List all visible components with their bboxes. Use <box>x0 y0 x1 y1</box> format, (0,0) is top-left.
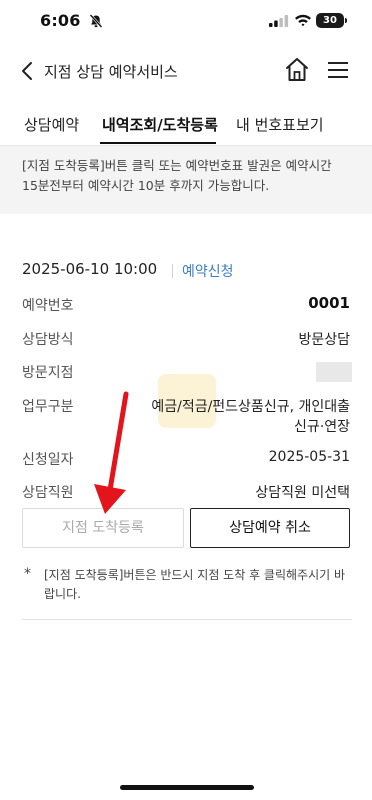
battery-level: 30 <box>323 15 337 26</box>
value-reservation-number: 0001 <box>308 294 350 312</box>
page-title: 지점 상담 예약서비스 <box>44 63 178 81</box>
label-business-type: 업무구분 <box>22 399 74 415</box>
back-icon[interactable] <box>16 58 40 84</box>
value-application-date: 2025-05-31 <box>268 449 350 465</box>
tab-history-arrival[interactable]: 내역조회/도착등록 <box>102 114 218 135</box>
reservation-header: 2025-06-10 10:00 예약신청 <box>22 260 352 282</box>
tab-my-ticket[interactable]: 내 번호표보기 <box>236 114 324 135</box>
notice-box: [지점 도착등록]버튼 클릭 또는 예약번호표 발권은 예약시간 15분전부터 … <box>0 146 372 214</box>
value-business-type-line1: 예금/적금/펀드상품신규, 개인대출 <box>151 399 350 415</box>
status-time: 6:06 <box>40 11 81 30</box>
notice-line-2: 15분전부터 예약시간 10분 후까지 가능합니다. <box>22 178 270 193</box>
value-staff: 상담직원 미선택 <box>255 485 350 501</box>
red-arrow-annotation <box>94 391 129 514</box>
cancel-reservation-button[interactable]: 상담예약 취소 <box>190 508 350 548</box>
tab-reservation[interactable]: 상담예약 <box>24 114 79 135</box>
menu-icon[interactable] <box>326 58 350 82</box>
status-bar: 6:06 30 <box>0 0 372 44</box>
label-consult-method: 상담방식 <box>22 332 74 348</box>
bell-off-icon <box>89 14 103 28</box>
section-divider <box>22 619 352 620</box>
active-tab-indicator <box>100 142 216 144</box>
value-consult-method: 방문상담 <box>298 332 350 348</box>
reservation-status-link[interactable]: 예약신청 <box>182 261 234 281</box>
signal-icon <box>269 15 289 27</box>
battery-cap <box>345 18 347 23</box>
home-indicator[interactable] <box>120 785 254 790</box>
battery-icon: 30 <box>316 13 344 28</box>
label-application-date: 신청일자 <box>22 452 74 468</box>
app-header: 지점 상담 예약서비스 <box>0 52 372 92</box>
home-icon[interactable] <box>284 56 310 84</box>
footnote-asterisk: * <box>24 566 31 582</box>
redacted-branch-value <box>316 362 352 382</box>
tab-bar: 상담예약 내역조회/도착등록 내 번호표보기 <box>0 104 372 146</box>
value-business-type-line2: 신규·연장 <box>294 419 350 435</box>
reservation-datetime: 2025-06-10 10:00 <box>22 260 158 278</box>
notice-line-1: [지점 도착등록]버튼 클릭 또는 예약번호표 발권은 예약시간 <box>22 158 332 173</box>
wifi-icon <box>295 14 311 27</box>
label-reservation-number: 예약번호 <box>22 298 74 314</box>
divider <box>172 264 173 278</box>
label-visit-branch: 방문지점 <box>22 365 74 381</box>
footnote-text: [지점 도착등록]버튼은 반드시 지점 도착 후 클릭해주시기 바랍니다. <box>44 568 346 601</box>
label-staff: 상담직원 <box>22 485 74 501</box>
